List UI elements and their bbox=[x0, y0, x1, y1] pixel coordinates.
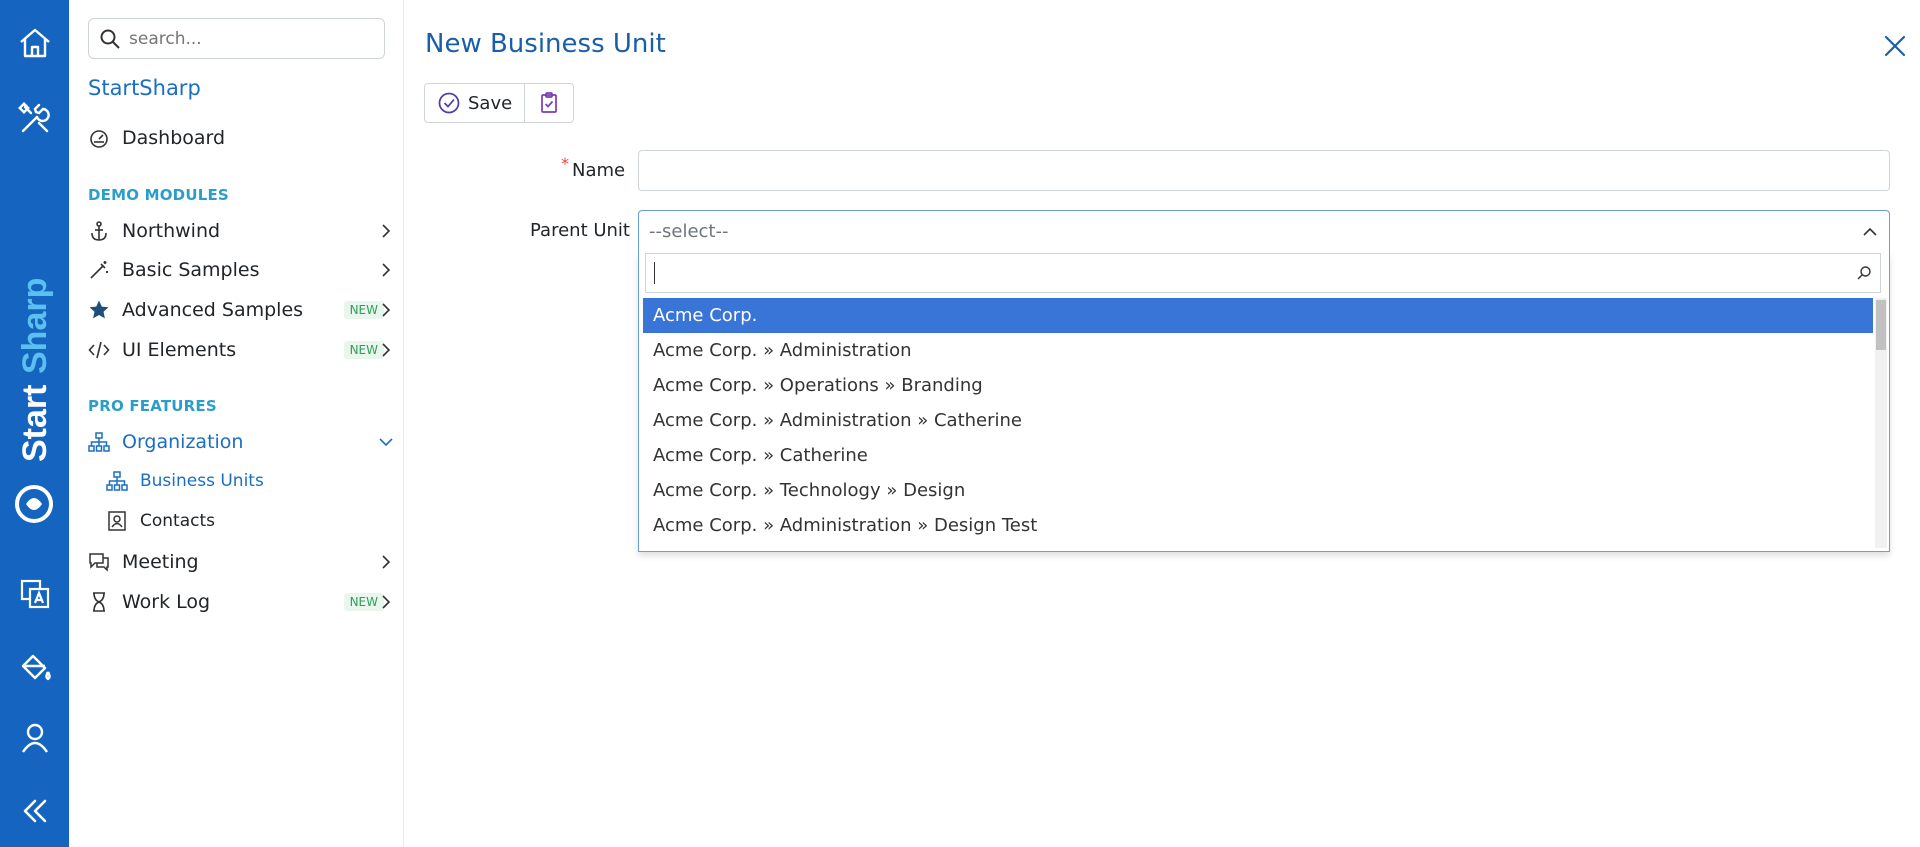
scrollbar-thumb[interactable] bbox=[1876, 300, 1886, 350]
dashboard-icon bbox=[88, 127, 110, 149]
chevron-right-icon bbox=[382, 595, 391, 609]
collapse-icon[interactable] bbox=[0, 783, 69, 839]
dropdown-option[interactable]: Acme Corp. » Administration » Catherine bbox=[643, 403, 1873, 438]
sidebar-search[interactable] bbox=[88, 18, 385, 59]
dialog-toolbar: Save bbox=[424, 83, 575, 123]
apply-changes-button[interactable] bbox=[525, 84, 573, 122]
chevron-right-icon bbox=[382, 224, 391, 238]
star-icon bbox=[88, 299, 110, 321]
sidebar: StartSharp Dashboard DEMO MODULES Northw… bbox=[69, 0, 404, 847]
dropdown-search-input[interactable] bbox=[645, 253, 1881, 293]
sidebar-item-basic-samples[interactable]: Basic Samples bbox=[88, 253, 394, 287]
required-indicator: * bbox=[561, 154, 569, 173]
chevron-right-icon bbox=[382, 263, 391, 277]
sidebar-item-label: Organization bbox=[122, 431, 244, 453]
text-caret bbox=[654, 262, 655, 284]
name-input[interactable] bbox=[638, 150, 1890, 191]
search-icon bbox=[100, 29, 120, 49]
contact-card-icon bbox=[108, 511, 126, 531]
parent-unit-label: Parent Unit bbox=[530, 220, 630, 241]
user-icon[interactable] bbox=[0, 710, 69, 766]
dropdown-option[interactable]: Acme Corp. » Administration bbox=[643, 333, 1873, 368]
select-placeholder: --select-- bbox=[649, 221, 729, 242]
svg-text:Sharp: Sharp bbox=[16, 278, 54, 374]
check-circle-icon bbox=[438, 92, 460, 114]
chevron-right-icon bbox=[382, 343, 391, 357]
sidebar-item-ui-elements[interactable]: UI Elements NEW bbox=[88, 333, 394, 367]
sidebar-item-business-units[interactable]: Business Units bbox=[106, 466, 264, 496]
sidebar-item-contacts[interactable]: Contacts bbox=[106, 506, 215, 536]
parent-unit-select[interactable]: --select-- bbox=[638, 210, 1890, 252]
hourglass-icon bbox=[88, 591, 110, 613]
save-label: Save bbox=[468, 92, 513, 114]
sidebar-item-organization[interactable]: Organization bbox=[88, 425, 394, 459]
chevron-right-icon bbox=[382, 303, 391, 317]
sidebar-item-label: Meeting bbox=[122, 551, 199, 573]
startsharp-logo: Start Sharp bbox=[15, 278, 54, 523]
search-icon bbox=[1857, 266, 1871, 280]
sidebar-item-dashboard[interactable]: Dashboard bbox=[88, 121, 394, 155]
dropdown-option[interactable]: Acme Corp. » Catherine bbox=[643, 438, 1873, 473]
magic-wand-icon bbox=[88, 259, 110, 281]
search-input[interactable] bbox=[129, 28, 369, 49]
sidebar-item-label: Dashboard bbox=[122, 127, 226, 149]
org-chart-icon bbox=[106, 471, 128, 491]
tools-icon[interactable] bbox=[0, 91, 69, 147]
chevron-right-icon bbox=[382, 555, 391, 569]
translate-icon[interactable] bbox=[0, 566, 69, 622]
section-demo-modules: DEMO MODULES bbox=[88, 186, 229, 204]
dropdown-scrollbar[interactable] bbox=[1875, 298, 1887, 548]
sidebar-item-work-log[interactable]: Work Log NEW bbox=[88, 585, 394, 619]
sidebar-item-label: Basic Samples bbox=[122, 259, 260, 281]
section-pro-features: PRO FEATURES bbox=[88, 397, 217, 415]
sidebar-item-advanced-samples[interactable]: Advanced Samples NEW bbox=[88, 293, 394, 327]
close-icon[interactable] bbox=[1881, 32, 1909, 60]
sidebar-item-label: Work Log bbox=[122, 591, 211, 613]
left-rail: Start Sharp bbox=[0, 0, 69, 847]
chat-icon bbox=[88, 551, 110, 573]
dialog-title: New Business Unit bbox=[425, 29, 666, 59]
org-chart-icon bbox=[88, 431, 110, 453]
sidebar-item-label: Advanced Samples bbox=[122, 299, 304, 321]
sidebar-item-label: Contacts bbox=[140, 511, 215, 531]
dropdown-option[interactable]: Acme Corp. » Operations » Branding bbox=[643, 368, 1873, 403]
parent-unit-dropdown: Acme Corp. Acme Corp. » Administration A… bbox=[638, 252, 1890, 552]
sidebar-item-label: Northwind bbox=[122, 220, 221, 242]
name-label: Name bbox=[572, 160, 626, 181]
dropdown-options: Acme Corp. Acme Corp. » Administration A… bbox=[643, 298, 1873, 543]
svg-text:Start: Start bbox=[16, 385, 54, 462]
code-icon bbox=[88, 339, 110, 361]
sidebar-item-northwind[interactable]: Northwind bbox=[88, 214, 394, 248]
sidebar-item-meeting[interactable]: Meeting bbox=[88, 545, 394, 579]
sidebar-item-label: UI Elements bbox=[122, 339, 237, 361]
dropdown-option[interactable]: Acme Corp. » Administration » Design Tes… bbox=[643, 508, 1873, 543]
clipboard-check-icon bbox=[541, 92, 558, 113]
dialog: New Business Unit Save * Name Parent Uni… bbox=[404, 0, 1920, 847]
chevron-up-icon bbox=[1863, 227, 1877, 236]
sidebar-item-label: Business Units bbox=[140, 471, 264, 491]
anchor-icon bbox=[88, 220, 110, 242]
save-button[interactable]: Save bbox=[425, 84, 524, 122]
dropdown-option[interactable]: Acme Corp. » Technology » Design bbox=[643, 473, 1873, 508]
home-icon[interactable] bbox=[0, 15, 69, 71]
paint-bucket-icon[interactable] bbox=[0, 638, 69, 694]
app-title: StartSharp bbox=[88, 76, 201, 100]
chevron-down-icon bbox=[379, 438, 393, 447]
dropdown-option[interactable]: Acme Corp. bbox=[643, 298, 1873, 333]
